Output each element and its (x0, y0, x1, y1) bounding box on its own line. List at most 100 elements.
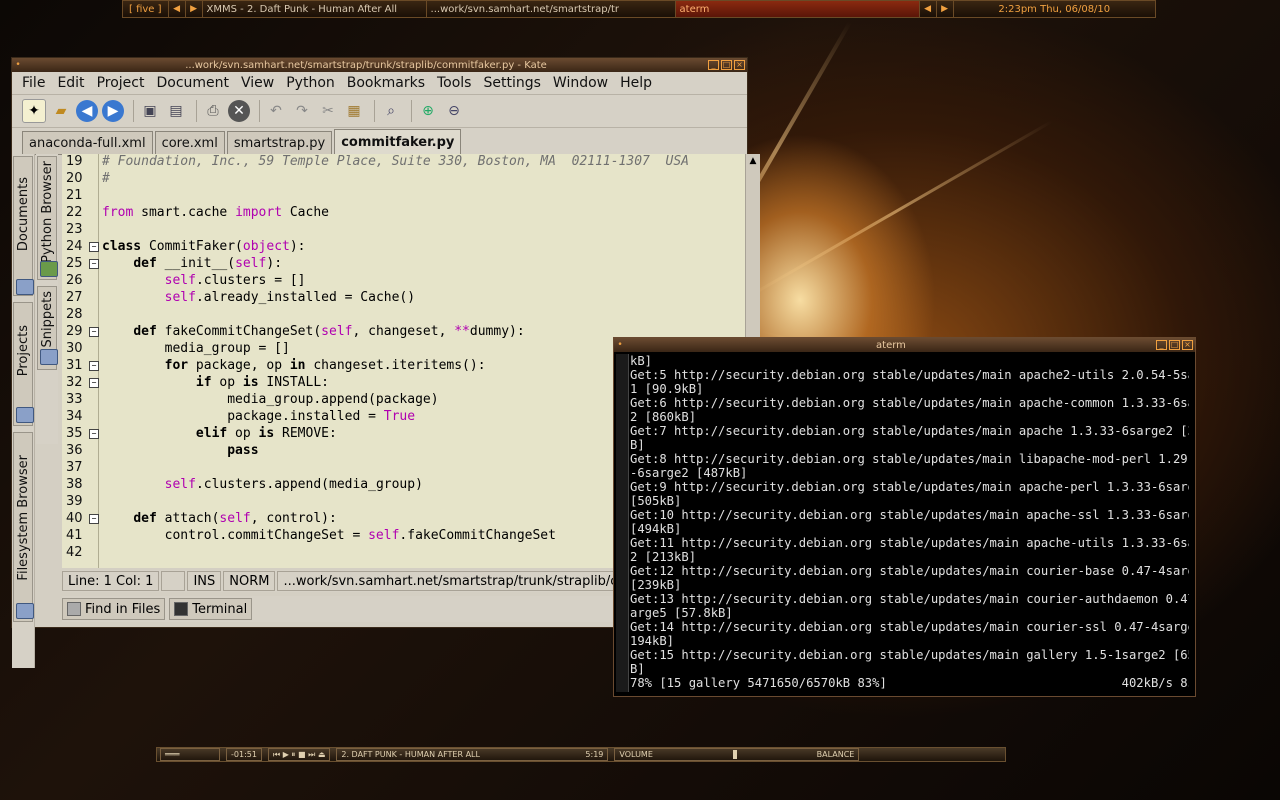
window-menu-icon[interactable]: • (614, 340, 626, 350)
sidebar-tab-label: Projects (16, 325, 31, 377)
terminal-line: arge5 [57.8kB] (630, 606, 733, 620)
task-xmms[interactable]: XMMS - 2. Daft Punk - Human After All (203, 1, 427, 17)
menu-view[interactable]: View (235, 75, 280, 91)
sidebar-tab-filesystem-browser[interactable]: Filesystem Browser (13, 432, 34, 622)
scroll-up-icon[interactable]: ▲ (748, 156, 758, 166)
terminal-scrollbar[interactable] (616, 354, 629, 692)
sidebar-tab-documents[interactable]: Documents (13, 156, 34, 296)
terminal-output[interactable]: kB] Get:5 http://security.debian.org stab… (630, 354, 1189, 692)
terminal-line: [494kB] (630, 522, 682, 536)
task-next-arrow-icon[interactable]: ▶ (937, 1, 954, 17)
menu-window[interactable]: Window (547, 75, 614, 91)
window-menu-icon[interactable]: • (12, 60, 24, 70)
pause-icon[interactable]: ⏸ (291, 750, 295, 760)
line-number: 23 (66, 222, 83, 237)
find-icon[interactable]: ⌕ (380, 100, 402, 122)
aterm-window-title: aterm (876, 339, 906, 351)
redo-icon[interactable]: ↷ (291, 100, 313, 122)
paste-icon[interactable]: ▦ (343, 100, 365, 122)
sidebar-tab-snippets[interactable]: Snippets (37, 286, 58, 370)
code-text: from smart.cache import Cache (102, 205, 329, 220)
menu-document[interactable]: Document (150, 75, 235, 91)
sidebar-tab-projects[interactable]: Projects (13, 302, 34, 426)
stop-icon[interactable]: ■ (298, 750, 306, 759)
menu-project[interactable]: Project (91, 75, 151, 91)
workspace-switcher[interactable]: [ five ] (123, 1, 169, 17)
next-icon[interactable]: ⏭ (308, 750, 315, 760)
close-icon[interactable]: × (734, 60, 745, 70)
forward-icon[interactable]: ▶ (102, 100, 124, 122)
aterm-titlebar[interactable]: • aterm _ □ × (614, 338, 1195, 352)
toolbar: ✦ ▰ ◀ ▶ ▣ ▤ ⎙ ✕ ↶ ↷ ✂ ▦ ⌕ ⊕ ⊖ (12, 95, 747, 128)
menu-help[interactable]: Help (614, 75, 658, 91)
zoom-in-icon[interactable]: ⊕ (417, 100, 439, 122)
open-folder-icon[interactable]: ▰ (50, 100, 72, 122)
terminal-line: 78% [15 gallery 5471650/6570kB 83%] 402k… (630, 676, 1189, 690)
xmms-volume-balance[interactable]: VOLUME BALANCE (614, 748, 860, 761)
code-text: # (102, 171, 110, 186)
fold-toggle-icon[interactable]: − (89, 242, 99, 252)
save-all-icon[interactable]: ▤ (165, 100, 187, 122)
menu-tools[interactable]: Tools (431, 75, 478, 91)
tab-commitfaker-py[interactable]: commitfaker.py (334, 129, 462, 154)
xmms-track-display[interactable]: 2. DAFT PUNK - HUMAN AFTER ALL 5:19 (336, 748, 609, 761)
prev-arrow-icon[interactable]: ◀ (169, 1, 186, 17)
menu-settings[interactable]: Settings (477, 75, 546, 91)
code-text: # Foundation, Inc., 59 Temple Place, Sui… (102, 154, 689, 169)
task-kate[interactable]: ...work/svn.samhart.net/smartstrap/tr (427, 1, 676, 17)
save-icon[interactable]: ▣ (139, 100, 161, 122)
minimize-icon[interactable]: _ (1156, 340, 1167, 350)
play-icon[interactable]: ▶ (283, 750, 289, 759)
toolbar-separator (259, 100, 260, 122)
code-text: pass (227, 443, 259, 458)
close-icon[interactable]: × (1182, 340, 1193, 350)
previous-icon[interactable]: ⏮ (273, 750, 280, 760)
fold-toggle-icon[interactable]: − (89, 327, 99, 337)
sidebar-tab-python-browser[interactable]: Python Browser (37, 156, 58, 280)
left-sidebar: Documents Projects Filesystem Browser (12, 154, 35, 668)
back-icon[interactable]: ◀ (76, 100, 98, 122)
tab-anaconda-full-xml[interactable]: anaconda-full.xml (22, 131, 153, 154)
menu-python[interactable]: Python (280, 75, 341, 91)
tab-core-xml[interactable]: core.xml (154, 131, 225, 154)
task-prev-arrow-icon[interactable]: ◀ (920, 1, 937, 17)
maximize-icon[interactable]: □ (1169, 340, 1180, 350)
line-number: 30 (66, 341, 83, 356)
xmms-task-label: XMMS - 2. Daft Punk - Human After All (206, 3, 398, 15)
menu-file[interactable]: File (16, 75, 51, 91)
code-text: def fakeCommitChangeSet(self, changeset,… (133, 324, 525, 339)
fold-toggle-icon[interactable]: − (89, 514, 99, 524)
code-text: control.commitChangeSet = self.fakeCommi… (102, 528, 556, 543)
cut-icon[interactable]: ✂ (317, 100, 339, 122)
line-number: 38 (66, 477, 83, 492)
undo-icon[interactable]: ↶ (265, 100, 287, 122)
zoom-out-icon[interactable]: ⊖ (443, 100, 465, 122)
task-aterm[interactable]: aterm (675, 1, 920, 17)
fold-toggle-icon[interactable]: − (89, 361, 99, 371)
terminal-button[interactable]: Terminal (169, 598, 253, 620)
tab-smartstrap-py[interactable]: smartstrap.py (226, 131, 333, 154)
volume-slider[interactable] (732, 750, 737, 759)
fold-toggle-icon[interactable]: − (89, 378, 99, 388)
xmms-controls[interactable]: ⏮ ▶ ⏸ ■ ⏭ ⏏ (267, 748, 331, 761)
maximize-icon[interactable]: □ (721, 60, 732, 70)
fold-toggle-icon[interactable]: − (89, 259, 99, 269)
print-icon[interactable]: ⎙ (202, 100, 224, 122)
fold-toggle-icon[interactable]: − (89, 429, 99, 439)
line-number: 34 (66, 409, 83, 424)
code-text: def attach(self, control): (133, 511, 337, 526)
xmms-balance-label: BALANCE (816, 750, 855, 759)
close-document-icon[interactable]: ✕ (228, 100, 250, 122)
minimize-icon[interactable]: _ (708, 60, 719, 70)
new-file-icon[interactable]: ✦ (22, 99, 46, 123)
kate-titlebar[interactable]: • ...work/svn.samhart.net/smartstrap/tru… (12, 58, 747, 72)
find-in-files-button[interactable]: Find in Files (62, 598, 166, 620)
code-line: 23 (62, 222, 745, 239)
line-number: 33 (66, 392, 83, 407)
menu-bookmarks[interactable]: Bookmarks (341, 75, 431, 91)
menu-edit[interactable]: Edit (51, 75, 90, 91)
line-number: 39 (66, 494, 83, 509)
next-arrow-icon[interactable]: ▶ (186, 1, 203, 17)
eject-icon[interactable]: ⏏ (318, 750, 326, 759)
toolbar-separator (374, 100, 375, 122)
